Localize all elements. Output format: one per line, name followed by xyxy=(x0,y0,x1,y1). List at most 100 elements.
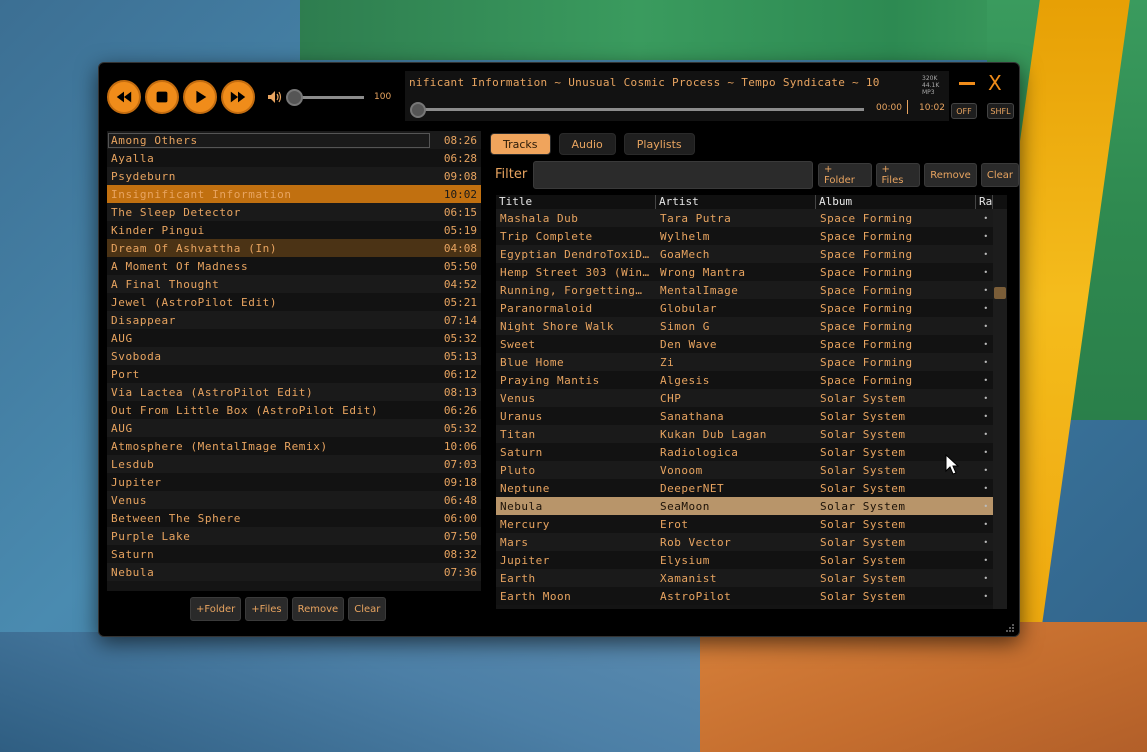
playlist-item[interactable]: Lesdub 07:03 xyxy=(107,455,481,473)
previous-button[interactable] xyxy=(107,80,141,114)
playlist-item[interactable]: Svoboda 05:13 xyxy=(107,347,481,365)
table-row[interactable]: Earth Xamanist Solar System • xyxy=(496,569,1007,587)
play-button[interactable] xyxy=(183,80,217,114)
table-scrollbar-thumb[interactable] xyxy=(994,287,1006,299)
table-row[interactable]: Saturn Radiologica Solar System • xyxy=(496,443,1007,461)
table-row[interactable]: Praying Mantis Algesis Space Forming • xyxy=(496,371,1007,389)
playlist-item[interactable]: Saturn 08:32 xyxy=(107,545,481,563)
playlist-item[interactable]: Purple Lake 07:50 xyxy=(107,527,481,545)
cell-rating[interactable]: • xyxy=(976,268,992,277)
library-remove-button[interactable]: Remove xyxy=(924,163,977,187)
cell-rating[interactable]: • xyxy=(976,448,992,457)
cell-rating[interactable]: • xyxy=(976,574,992,583)
cell-rating[interactable]: • xyxy=(976,520,992,529)
cell-rating[interactable]: • xyxy=(976,430,992,439)
cell-rating[interactable]: • xyxy=(976,502,992,511)
cell-rating[interactable]: • xyxy=(976,340,992,349)
tab-playlists[interactable]: Playlists xyxy=(623,133,695,155)
playlist-item[interactable]: Jupiter 09:18 xyxy=(107,473,481,491)
table-row[interactable]: Earth Moon AstroPilot Solar System • xyxy=(496,587,1007,605)
playlist-add-folder-button[interactable]: +Folder xyxy=(190,597,242,621)
table-row[interactable]: Nebula SeaMoon Solar System • xyxy=(496,497,1007,515)
table-row[interactable]: Neptune DeeperNET Solar System • xyxy=(496,479,1007,497)
table-row[interactable]: Mashala Dub Tara Putra Space Forming • xyxy=(496,209,1007,227)
playlist-item[interactable]: Jewel (AstroPilot Edit) 05:21 xyxy=(107,293,481,311)
library-add-files-button[interactable]: + Files xyxy=(875,163,921,187)
seek-bar[interactable] xyxy=(417,108,864,111)
cell-rating[interactable]: • xyxy=(976,232,992,241)
cell-rating[interactable]: • xyxy=(976,304,992,313)
close-icon[interactable]: X xyxy=(988,71,1002,95)
next-button[interactable] xyxy=(221,80,255,114)
table-row[interactable]: Hemp Street 303 (Win… Wrong Mantra Space F… xyxy=(496,263,1007,281)
playlist-clear-button[interactable]: Clear xyxy=(348,597,387,621)
cell-rating[interactable]: • xyxy=(976,484,992,493)
cell-rating[interactable]: • xyxy=(976,358,992,367)
volume-slider-track[interactable] xyxy=(295,96,364,99)
cell-rating[interactable]: • xyxy=(976,466,992,475)
table-row[interactable]: Trip Complete Wylhelm Space Forming • xyxy=(496,227,1007,245)
playlist-remove-button[interactable]: Remove xyxy=(291,597,345,621)
column-artist[interactable]: Artist xyxy=(656,195,816,209)
cell-rating[interactable]: • xyxy=(976,592,992,601)
table-row[interactable]: Running, Forgetting… MentalImage Space For… xyxy=(496,281,1007,299)
playlist-item[interactable]: A Final Thought 04:52 xyxy=(107,275,481,293)
playlist-item[interactable]: AUG 05:32 xyxy=(107,329,481,347)
playlist-item[interactable]: Kinder Pingui 05:19 xyxy=(107,221,481,239)
cell-rating[interactable]: • xyxy=(976,286,992,295)
cell-rating[interactable]: • xyxy=(976,322,992,331)
table-row[interactable]: Blue Home Zi Space Forming • xyxy=(496,353,1007,371)
volume-icon[interactable] xyxy=(267,90,283,104)
table-row[interactable]: Jupiter Elysium Solar System • xyxy=(496,551,1007,569)
cell-rating[interactable]: • xyxy=(976,412,992,421)
playlist-item[interactable]: Nebula 07:36 xyxy=(107,563,481,581)
table-row[interactable]: Paranormaloid Globular Space Forming • xyxy=(496,299,1007,317)
column-album[interactable]: Album xyxy=(816,195,976,209)
playlist-item[interactable]: Insignificant Information 10:02 xyxy=(107,185,481,203)
table-row[interactable]: Mars Rob Vector Solar System • xyxy=(496,533,1007,551)
table-row[interactable]: Pluto Vonoom Solar System • xyxy=(496,461,1007,479)
shuffle-button[interactable]: SHFL xyxy=(987,103,1014,119)
playlist-item[interactable]: Atmosphere (MentalImage Remix) 10:06 xyxy=(107,437,481,455)
repeat-button[interactable]: OFF xyxy=(951,103,977,119)
playlist-item[interactable]: A Moment Of Madness 05:50 xyxy=(107,257,481,275)
playlist-item[interactable]: Dream Of Ashvattha (In) 04:08 xyxy=(107,239,481,257)
column-rating[interactable]: Ra xyxy=(976,195,993,209)
column-title[interactable]: Title xyxy=(496,195,656,209)
table-row[interactable]: Egyptian DendroToxiD… GoaMech Space Formin… xyxy=(496,245,1007,263)
table-row[interactable]: Mercury Erot Solar System • xyxy=(496,515,1007,533)
playlist-item[interactable]: The Sleep Detector 06:15 xyxy=(107,203,481,221)
playlist-item[interactable]: Ayalla 06:28 xyxy=(107,149,481,167)
tab-audio[interactable]: Audio xyxy=(558,133,616,155)
table-row[interactable]: Sweet Den Wave Space Forming • xyxy=(496,335,1007,353)
playlist-item[interactable]: AUG 05:32 xyxy=(107,419,481,437)
cell-rating[interactable]: • xyxy=(976,250,992,259)
playlist-item[interactable]: Via Lactea (AstroPilot Edit) 08:13 xyxy=(107,383,481,401)
playlist-item[interactable]: Port 06:12 xyxy=(107,365,481,383)
playlist-add-files-button[interactable]: +Files xyxy=(245,597,288,621)
cell-rating[interactable]: • xyxy=(976,214,992,223)
table-row[interactable]: Venus CHP Solar System • xyxy=(496,389,1007,407)
stop-button[interactable] xyxy=(145,80,179,114)
library-add-folder-button[interactable]: + Folder xyxy=(818,163,872,187)
playlist-item[interactable]: Between The Sphere 06:00 xyxy=(107,509,481,527)
table-row[interactable]: Uranus Sanathana Solar System • xyxy=(496,407,1007,425)
seek-knob[interactable] xyxy=(410,102,426,118)
library-clear-button[interactable]: Clear xyxy=(980,163,1019,187)
playlist-item[interactable]: Among Others 08:26 xyxy=(107,131,481,149)
cell-rating[interactable]: • xyxy=(976,556,992,565)
filter-input[interactable] xyxy=(533,161,813,189)
playlist-item[interactable]: Out From Little Box (AstroPilot Edit) 06:… xyxy=(107,401,481,419)
playlist-item[interactable]: Psydeburn 09:08 xyxy=(107,167,481,185)
cell-rating[interactable]: • xyxy=(976,394,992,403)
table-row[interactable]: Titan Kukan Dub Lagan Solar System • xyxy=(496,425,1007,443)
volume-slider-knob[interactable] xyxy=(286,89,303,106)
tab-tracks[interactable]: Tracks xyxy=(490,133,551,155)
cell-rating[interactable]: • xyxy=(976,538,992,547)
cell-rating[interactable]: • xyxy=(976,376,992,385)
minimize-icon[interactable] xyxy=(959,82,975,85)
table-row[interactable]: Night Shore Walk Simon G Space Forming • xyxy=(496,317,1007,335)
resize-grip-icon[interactable] xyxy=(1005,623,1015,633)
playlist-item[interactable]: Disappear 07:14 xyxy=(107,311,481,329)
table-scrollbar[interactable] xyxy=(993,209,1007,609)
